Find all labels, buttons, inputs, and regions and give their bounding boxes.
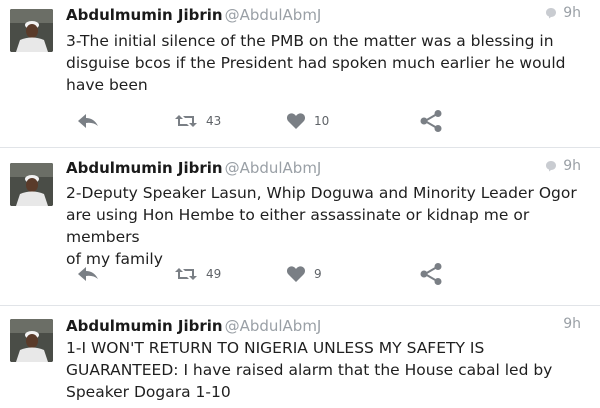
- like-button[interactable]: 9: [286, 261, 322, 287]
- timestamp-label: 9h: [563, 5, 581, 21]
- reply-arrow-icon: [78, 267, 98, 281]
- tweet-text: 2-Deputy Speaker Lasun, Whip Doguwa and …: [66, 184, 577, 268]
- share-button[interactable]: [418, 108, 444, 134]
- tweet-actions: 49 9: [0, 261, 600, 287]
- tweet-actions: 43 10: [0, 108, 600, 134]
- tweet-header: Abdulmumin Jibrin @AbdulAbmJ 9h: [66, 316, 590, 338]
- tweet-header: Abdulmumin Jibrin @AbdulAbmJ 9h: [66, 158, 590, 180]
- timestamp: 9h: [545, 5, 581, 21]
- author-name[interactable]: Abdulmumin Jibrin: [66, 159, 223, 177]
- share-icon: [420, 110, 442, 132]
- share-button[interactable]: [418, 261, 444, 287]
- retweet-count: 49: [206, 267, 222, 281]
- tweet-item[interactable]: Abdulmumin Jibrin @AbdulAbmJ 9h 1-I WON'T…: [0, 306, 600, 408]
- tweet-item[interactable]: Abdulmumin Jibrin @AbdulAbmJ 9h 2-Deputy …: [0, 149, 600, 306]
- retweet-button[interactable]: 43: [174, 108, 221, 134]
- like-button[interactable]: 10: [286, 108, 329, 134]
- author-handle[interactable]: @AbdulAbmJ: [225, 317, 322, 335]
- timestamp-label: 9h: [563, 316, 581, 332]
- retweet-icon: [175, 115, 197, 127]
- tweet-feed: Abdulmumin Jibrin @AbdulAbmJ 9h 3-The ini…: [0, 0, 600, 408]
- author-handle[interactable]: @AbdulAbmJ: [225, 6, 322, 24]
- author-name[interactable]: Abdulmumin Jibrin: [66, 6, 223, 24]
- retweet-icon: [175, 268, 197, 280]
- reply-button[interactable]: [76, 108, 100, 134]
- reply-button[interactable]: [76, 261, 100, 287]
- heart-icon: [286, 113, 306, 129]
- timestamp-label: 9h: [563, 158, 581, 174]
- share-icon: [420, 263, 442, 285]
- author-handle[interactable]: @AbdulAbmJ: [225, 159, 322, 177]
- speech-bubble-icon: [546, 161, 557, 172]
- retweet-button[interactable]: 49: [174, 261, 221, 287]
- reply-arrow-icon: [78, 114, 98, 128]
- tweet-text: 1-I WON'T RETURN TO NIGERIA UNLESS MY SA…: [66, 339, 553, 401]
- heart-icon: [286, 266, 306, 282]
- like-count: 10: [314, 114, 330, 128]
- tweet-text: 3-The initial silence of the PMB on the …: [66, 32, 566, 94]
- avatar[interactable]: [10, 319, 53, 362]
- avatar[interactable]: [10, 9, 53, 52]
- tweet-header: Abdulmumin Jibrin @AbdulAbmJ 9h: [66, 5, 590, 27]
- author-name[interactable]: Abdulmumin Jibrin: [66, 317, 223, 335]
- retweet-count: 43: [206, 114, 222, 128]
- timestamp: 9h: [545, 158, 581, 174]
- tweet-item[interactable]: Abdulmumin Jibrin @AbdulAbmJ 9h 3-The ini…: [0, 0, 600, 148]
- speech-bubble-icon: [546, 8, 557, 19]
- avatar[interactable]: [10, 163, 53, 206]
- like-count: 9: [314, 267, 322, 281]
- timestamp: 9h: [563, 316, 581, 332]
